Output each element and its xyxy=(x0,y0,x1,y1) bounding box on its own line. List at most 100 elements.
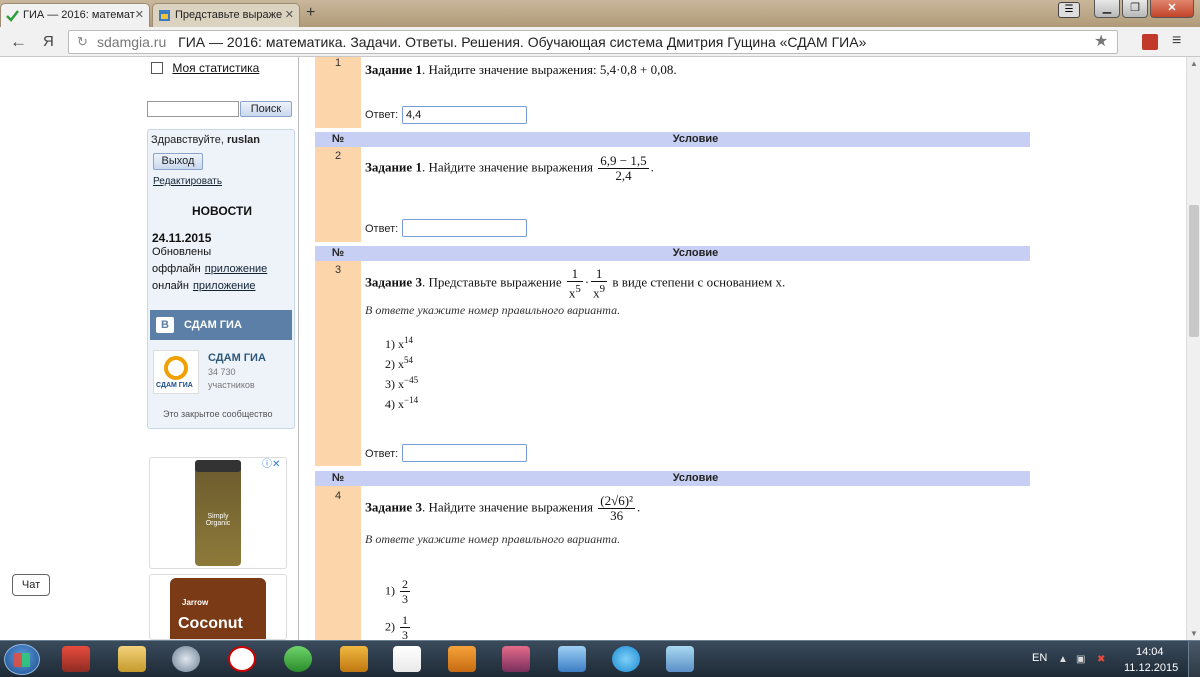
fraction: 1 x9 xyxy=(591,266,608,301)
media-player-icon[interactable] xyxy=(448,646,476,672)
app-icon[interactable] xyxy=(62,646,90,672)
greeting: Здравствуйте, ruslan xyxy=(151,134,260,146)
url-field[interactable]: ↻ sdamgia.ru ГИА — 2016: математика. Зад… xyxy=(68,30,1118,54)
answer-label: Ответ: xyxy=(365,109,399,121)
answer-option: 1) x14 xyxy=(385,335,413,351)
ad-banner[interactable]: Jarrow Coconut xyxy=(149,574,287,640)
number-cell xyxy=(315,486,361,640)
news-line: оффлайн приложение xyxy=(152,263,268,275)
answer-option: 2) x54 xyxy=(385,355,413,371)
game-icon[interactable] xyxy=(502,646,530,672)
stats-checkbox[interactable] xyxy=(151,62,163,74)
task-number: 4 xyxy=(334,490,342,502)
vk-group-name[interactable]: СДАМ ГИА xyxy=(208,352,266,364)
steam-icon[interactable] xyxy=(172,646,200,672)
settings-menu-icon[interactable]: ≡ xyxy=(1172,32,1181,50)
address-bar: ← Я ↻ sdamgia.ru ГИА — 2016: математика.… xyxy=(0,27,1200,57)
reload-icon[interactable]: ↻ xyxy=(77,31,88,53)
ad-brand: Jarrow xyxy=(182,598,209,607)
header-condition: Условие xyxy=(672,133,719,145)
url-page-title: ГИА — 2016: математика. Задачи. Ответы. … xyxy=(178,34,867,50)
scroll-down-icon[interactable]: ▼ xyxy=(1190,629,1198,638)
page-scrollbar[interactable]: ▲ ▼ xyxy=(1186,57,1200,640)
table-header: № Условие xyxy=(315,471,1030,486)
vk-closed-note: Это закрытое сообщество xyxy=(163,409,273,419)
extension-icon[interactable] xyxy=(1142,34,1158,50)
url-domain: sdamgia.ru xyxy=(97,34,167,50)
tray-arrow-icon[interactable]: ▲ xyxy=(1058,654,1068,665)
tab-inactive[interactable]: Представьте выраже ✕ xyxy=(152,3,300,27)
task-condition: Задание 3. Найдите значение выражения (2… xyxy=(365,493,641,523)
stats-link[interactable]: Моя статистика xyxy=(172,61,259,75)
yandex-icon[interactable] xyxy=(393,646,421,672)
column-divider xyxy=(298,57,299,640)
maximize-button[interactable]: ❐ xyxy=(1122,0,1148,18)
bookmark-star-icon[interactable]: ★ xyxy=(1094,31,1108,51)
close-icon[interactable]: ✕ xyxy=(135,8,144,21)
tab-active[interactable]: ГИА — 2016: математ ✕ xyxy=(0,3,150,27)
scroll-up-icon[interactable]: ▲ xyxy=(1190,59,1198,68)
number-cell xyxy=(315,261,361,466)
show-desktop-button[interactable] xyxy=(1188,641,1200,677)
table-header: № Условие xyxy=(315,246,1030,261)
task-condition: Задание 3. Представьте выражение 1 x5 · 1 x9… xyxy=(365,266,786,301)
window-close-button[interactable]: ✕ xyxy=(1150,0,1194,18)
new-tab-button[interactable]: + xyxy=(306,4,315,22)
language-indicator[interactable]: EN xyxy=(1032,652,1047,664)
logout-button[interactable]: Выход xyxy=(153,153,203,170)
answer-field[interactable] xyxy=(402,219,527,237)
ad-choices-icon[interactable]: ⓘ✕ xyxy=(262,455,280,470)
tab-label: ГИА — 2016: математ xyxy=(23,9,135,21)
news-date: 24.11.2015 xyxy=(152,231,212,245)
explorer-icon[interactable] xyxy=(118,646,146,672)
windows-logo-icon xyxy=(14,653,30,667)
sun-icon xyxy=(164,356,188,380)
utorrent-icon[interactable] xyxy=(284,646,312,672)
stats-row[interactable]: Моя статистика xyxy=(151,61,259,75)
user-panel: Здравствуйте, ruslan Выход Редактировать… xyxy=(147,129,295,429)
header-number: № xyxy=(331,133,345,145)
task-condition: Задание 1. Найдите значение выражения: 5… xyxy=(365,62,677,77)
online-app-link[interactable]: приложение xyxy=(193,280,256,292)
answer-option: 2) 13 xyxy=(385,613,410,640)
volume-icon[interactable] xyxy=(558,646,586,672)
edit-profile-link[interactable]: Редактировать xyxy=(153,176,222,187)
clock-date[interactable]: 11.12.2015 xyxy=(1124,662,1178,674)
network-icon[interactable]: ▣ xyxy=(1076,654,1085,665)
clock-time[interactable]: 14:04 xyxy=(1136,646,1164,658)
news-line: Обновлены xyxy=(152,246,212,258)
minimize-button[interactable]: ▁ xyxy=(1094,0,1120,18)
back-button[interactable]: ← xyxy=(10,32,27,52)
offline-app-link[interactable]: приложение xyxy=(205,263,268,275)
volume-muted-icon[interactable]: ✖ xyxy=(1097,654,1105,665)
jar-label: Simply Organic xyxy=(205,513,231,527)
browser-menu-icon[interactable]: ☰ xyxy=(1058,2,1080,18)
group-logo-caption: СДАМ ГИА xyxy=(156,382,193,389)
close-icon[interactable]: ✕ xyxy=(285,8,294,21)
window-controls: ☰ ▁ ❐ ✕ xyxy=(1058,0,1194,18)
header-number: № xyxy=(331,472,345,484)
group-logo[interactable]: СДАМ ГИА xyxy=(153,350,199,394)
task-number: 1 xyxy=(334,57,342,69)
vk-widget-header[interactable]: В СДАМ ГИА xyxy=(150,310,292,340)
username: ruslan xyxy=(226,134,260,146)
table-header: № Условие xyxy=(315,132,1030,147)
fraction: (2√6)² 36 xyxy=(598,493,635,523)
ad-banner[interactable]: Simply Organic xyxy=(149,457,287,569)
answer-field[interactable]: 4,4 xyxy=(402,106,527,124)
ad-product: Coconut xyxy=(178,615,243,632)
scrollbar-thumb[interactable] xyxy=(1189,205,1199,337)
start-button[interactable] xyxy=(4,644,40,675)
header-number: № xyxy=(331,247,345,259)
chat-button[interactable]: Чат xyxy=(12,574,50,596)
answer-field[interactable] xyxy=(402,444,527,462)
page-content: Моя статистика Поиск Здравствуйте, rusla… xyxy=(0,57,1186,640)
search-button[interactable]: Поиск xyxy=(240,101,292,117)
search-input[interactable] xyxy=(147,101,239,117)
paint-icon[interactable] xyxy=(666,646,694,672)
yandex-browser-icon[interactable] xyxy=(228,646,256,672)
screen: ГИА — 2016: математ ✕ Представьте выраже… xyxy=(0,0,1200,677)
yandex-home-button[interactable]: Я xyxy=(43,33,54,50)
h-app-icon[interactable] xyxy=(340,646,368,672)
skype-icon[interactable] xyxy=(612,646,640,672)
